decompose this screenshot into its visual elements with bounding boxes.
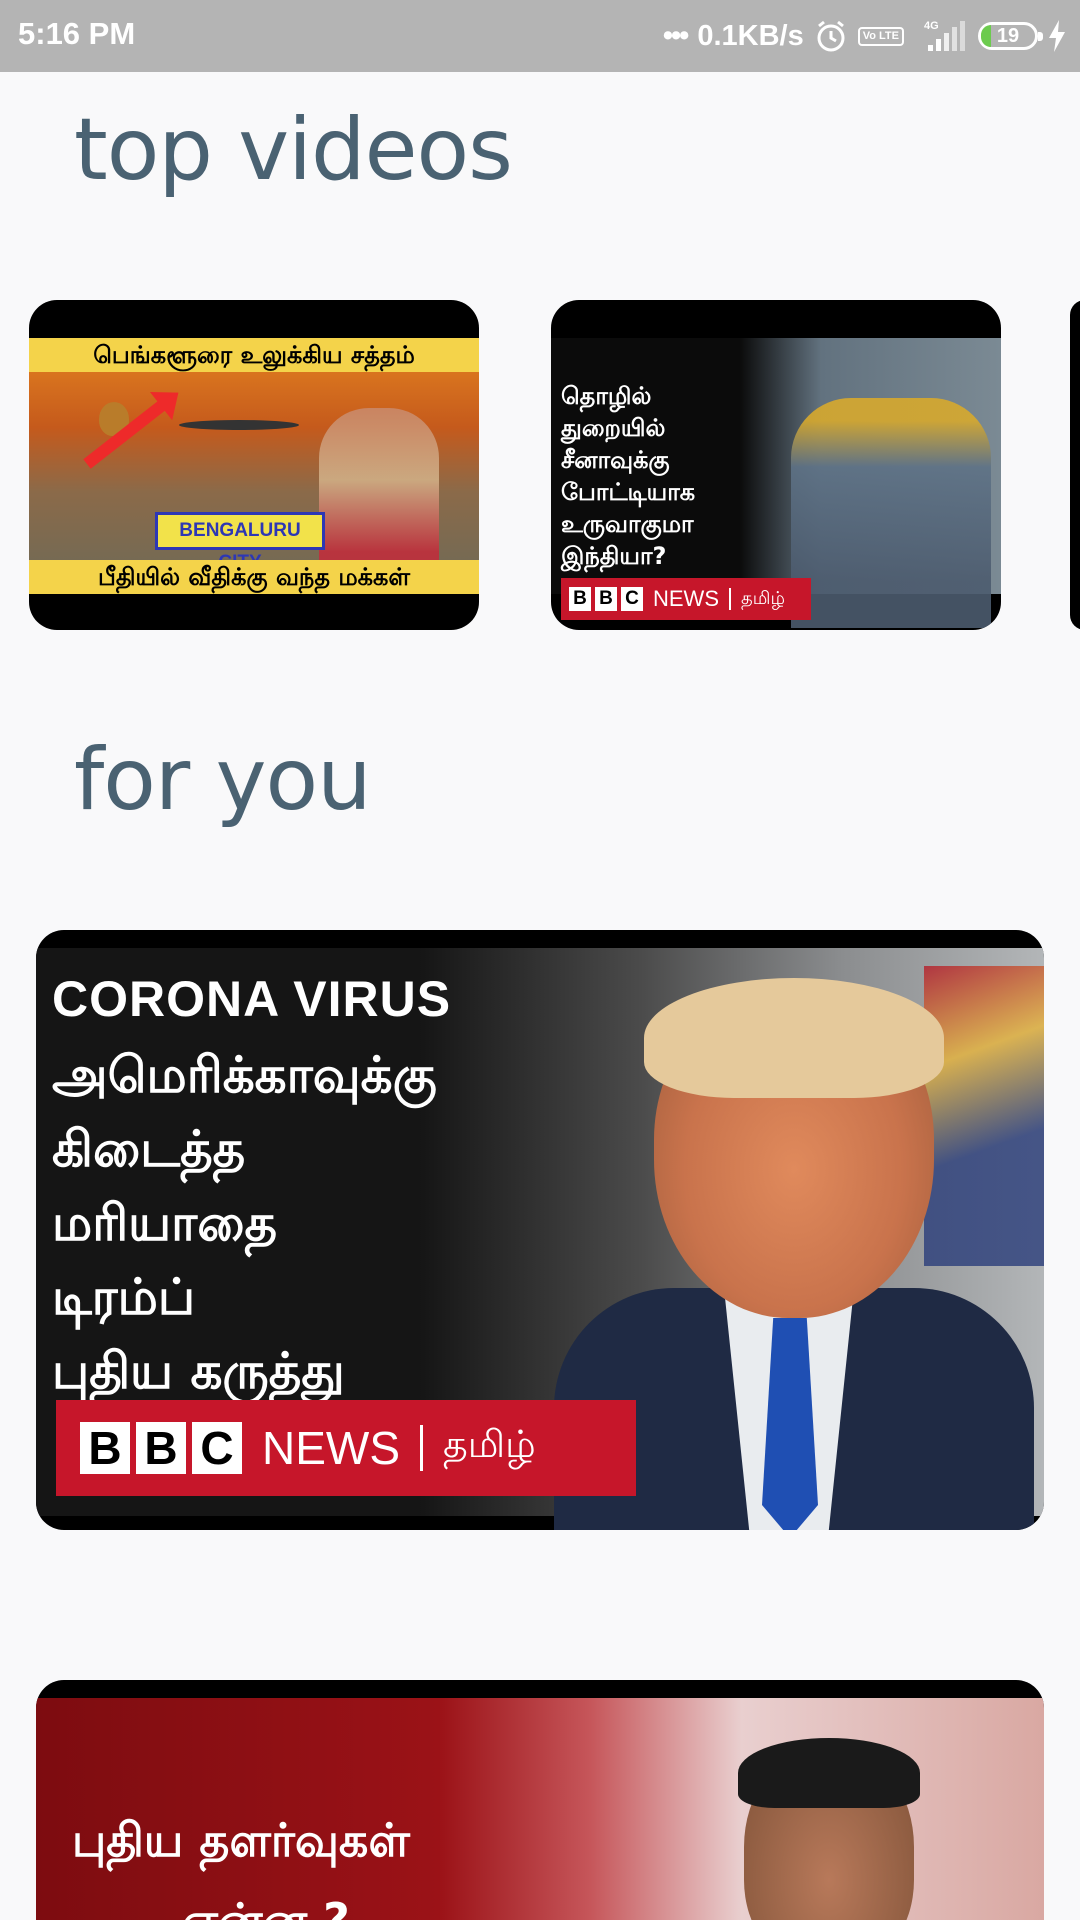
battery-fill xyxy=(981,25,992,47)
caption-line: டிரம்ப் xyxy=(52,1268,196,1326)
caption-line: புதிய தளர்வுகள் xyxy=(72,1813,410,1867)
workers-figure-graphic xyxy=(791,398,991,628)
feed-video-card[interactable]: புதிய தளர்வுகள் என்ன ? xyxy=(36,1680,1044,1920)
thumbnail-caption: தொழில் துறையில் சீனாவுக்கு போட்டியாக உரு… xyxy=(561,380,781,572)
battery-icon: 19 xyxy=(978,22,1043,50)
bbc-news-tamil-logo: BBC NEWS தமிழ் xyxy=(56,1400,636,1496)
jet-plane-graphic xyxy=(179,420,299,430)
section-title-top-videos: top videos xyxy=(74,100,513,200)
more-notifications-icon: ••• xyxy=(662,19,690,52)
thumbnail-caption: CORONA VIRUS அமெரிக்காவுக்கு கிடைத்த மரி… xyxy=(52,970,451,1408)
top-video-card[interactable]: தொழில் துறையில் சீனாவுக்கு போட்டியாக உரு… xyxy=(551,300,1001,630)
caption-line: என்ன ? xyxy=(182,1893,350,1920)
volte-icon: Vo LTE xyxy=(857,26,904,46)
status-icons: ••• 0.1KB/s Vo LTE 4G 19 xyxy=(663,14,1066,58)
person-figure-graphic xyxy=(554,978,1034,1530)
caption-line: அமெரிக்காவுக்கு xyxy=(52,1046,437,1104)
battery-level: 19 xyxy=(996,24,1020,47)
charging-icon xyxy=(1048,20,1066,52)
thumbnail-caption-bottom: பீதியில் வீதிக்கு வந்த மக்கள் xyxy=(29,560,479,594)
network-type-label: 4G xyxy=(924,20,939,32)
signal-icon: 4G xyxy=(914,19,968,53)
caption-line: இந்தியா? xyxy=(561,542,667,570)
thumbnail-caption-top: பெங்களூரை உலுக்கிய சத்தம் xyxy=(29,338,479,372)
caption-line: தொழில் xyxy=(561,382,652,410)
city-label: BENGALURU CITY xyxy=(155,512,325,573)
section-title-for-you: for you xyxy=(74,730,372,830)
video-thumbnail: BENGALURU CITY xyxy=(29,338,479,594)
top-video-card-partial[interactable] xyxy=(1070,300,1080,630)
caption-line: போட்டியாக xyxy=(561,478,696,506)
bbc-news-tamil-logo: BBC NEWS தமிழ் xyxy=(561,578,811,620)
network-speed: 0.1KB/s xyxy=(697,19,804,52)
caption-line: புதிய கருத்து xyxy=(52,1342,345,1400)
status-time: 5:16 PM xyxy=(18,16,136,51)
caption-line: உருவாகுமா xyxy=(561,510,694,538)
video-thumbnail: தொழில் துறையில் சீனாவுக்கு போட்டியாக உரு… xyxy=(551,338,1001,628)
thumbnail-caption: புதிய தளர்வுகள் என்ன ? xyxy=(72,1800,410,1920)
caption-line: மரியாதை xyxy=(52,1194,278,1252)
presenter-figure-graphic xyxy=(738,1738,920,1920)
thumbnail-headline: CORONA VIRUS xyxy=(52,971,452,1027)
red-arrow-icon xyxy=(83,397,170,469)
caption-line: சீனாவுக்கு xyxy=(561,446,670,474)
caption-line: துறையில் xyxy=(561,414,666,442)
top-video-card[interactable]: BENGALURU CITY பெங்களூரை உலுக்கிய சத்தம்… xyxy=(29,300,479,630)
alarm-icon xyxy=(814,19,848,53)
status-bar: 5:16 PM ••• 0.1KB/s Vo LTE 4G 19 xyxy=(0,0,1080,72)
caption-line: கிடைத்த xyxy=(52,1120,246,1178)
feed-video-card[interactable]: CORONA VIRUS அமெரிக்காவுக்கு கிடைத்த மரி… xyxy=(36,930,1044,1530)
